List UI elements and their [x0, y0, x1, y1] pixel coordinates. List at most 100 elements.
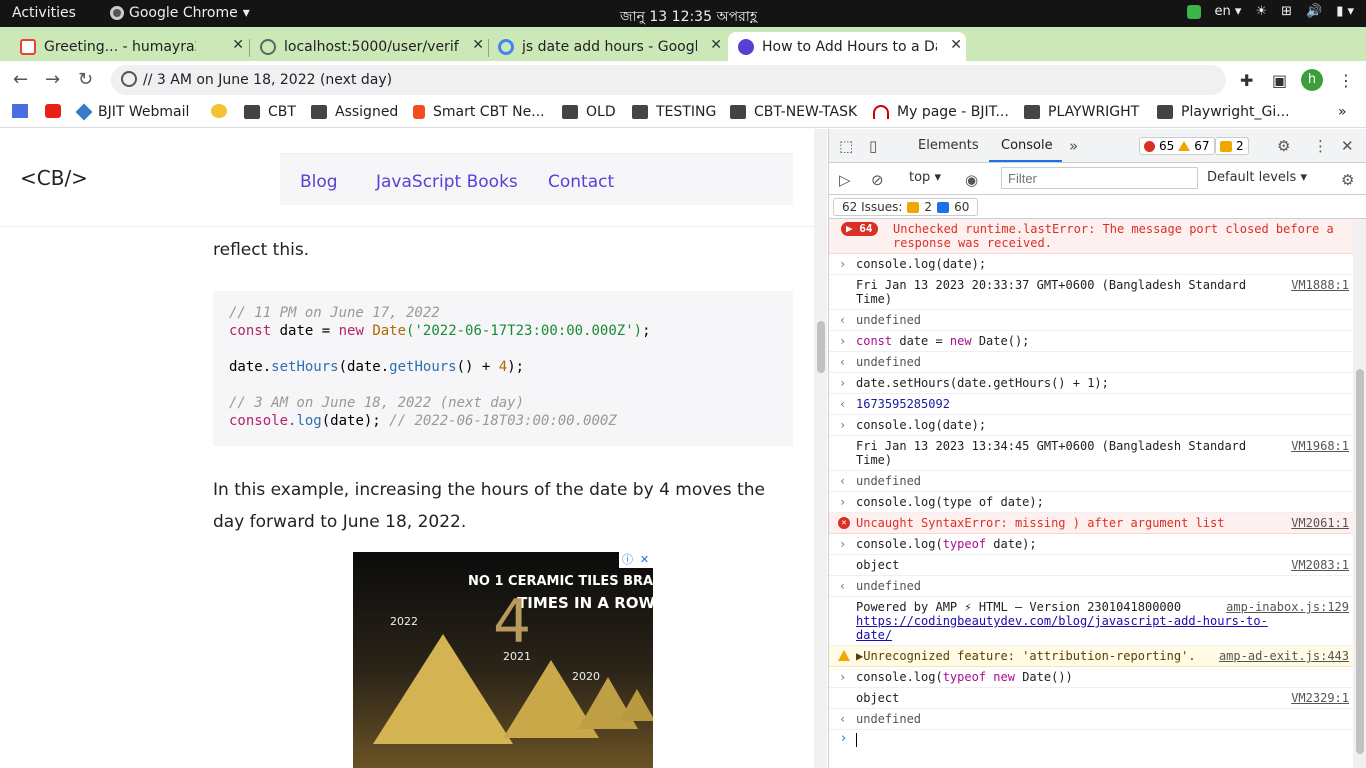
source-link[interactable]: VM1968:1: [1291, 439, 1349, 453]
clear-console-icon[interactable]: ⊘: [871, 171, 884, 189]
close-icon[interactable]: ✕: [636, 552, 653, 568]
filter-input[interactable]: [1001, 167, 1198, 189]
console-prompt[interactable]: ›: [829, 728, 1353, 752]
scroll-thumb[interactable]: [817, 321, 825, 373]
kebab-menu-icon[interactable]: ⋮: [1338, 71, 1354, 90]
address-text[interactable]: // 3 AM on June 18, 2022 (next day): [143, 72, 392, 88]
page-scrollbar[interactable]: [814, 129, 827, 768]
return-arrow-icon: ‹: [839, 313, 847, 327]
tab-active-article[interactable]: How to Add Hours to a Date ✕: [728, 32, 966, 61]
bookmark-folder[interactable]: OLD: [562, 104, 616, 120]
devtools-panel: ⬚ ▯ Elements Console » 65 67 2 ⚙ ⋮ ✕ ▷ ⊘…: [828, 129, 1366, 768]
tab-title: js date add hours - Google: [522, 38, 697, 55]
bookmark-folder[interactable]: CBT: [244, 104, 296, 120]
source-link[interactable]: VM2083:1: [1291, 558, 1349, 572]
bookmark-emoji[interactable]: [211, 104, 235, 118]
bookmark-folder[interactable]: CBT-NEW-TASK: [730, 104, 857, 120]
bookmark-item[interactable]: My page - BJIT...: [873, 104, 1009, 120]
tab-gmail[interactable]: Greeting... - humayra2419 ✕: [0, 32, 248, 61]
gear-icon[interactable]: ⚙: [1341, 171, 1354, 189]
tab-elements[interactable]: Elements: [918, 138, 979, 153]
console-message-text: Fri Jan 13 2023 20:33:37 GMT+0600 (Bangl…: [856, 278, 1247, 306]
warning-icon: [838, 650, 850, 661]
more-tabs-icon[interactable]: »: [1069, 137, 1078, 155]
issues-counter[interactable]: 2: [1215, 137, 1249, 155]
reload-button[interactable]: ↻: [78, 69, 93, 90]
console-log[interactable]: ▶ 64 Unchecked runtime.lastError: The mes…: [829, 219, 1353, 768]
nav-javascript-books[interactable]: JavaScript Books: [376, 172, 518, 192]
prompt-caret-icon: ›: [841, 731, 847, 746]
nav-contact[interactable]: Contact: [548, 172, 614, 192]
text-cursor: [856, 733, 857, 747]
console-scrollbar[interactable]: [1353, 219, 1366, 768]
issue-icon: [907, 201, 920, 213]
issues-bar: 62 Issues: 2 60: [829, 195, 1366, 219]
nav-blog[interactable]: Blog: [300, 172, 338, 192]
sidebar-toggle-icon[interactable]: ▷: [839, 171, 851, 189]
extensions-icon[interactable]: ✚: [1240, 71, 1253, 90]
system-tray[interactable]: en ▾ ☀ ⊞ 🔊 ▮ ▾: [1186, 4, 1354, 19]
tab-console[interactable]: Console: [1001, 138, 1053, 153]
close-icon[interactable]: ✕: [1341, 137, 1354, 155]
chevron-right-icon: »: [1338, 104, 1347, 120]
site-info-icon[interactable]: [121, 71, 137, 87]
issues-link[interactable]: 62 Issues: 2 60: [833, 198, 979, 216]
forward-button[interactable]: →: [45, 69, 60, 90]
ad-choices[interactable]: ⓘ ✕: [619, 552, 653, 568]
bookmarks-overflow[interactable]: »: [1338, 104, 1347, 120]
kebab-menu-icon[interactable]: ⋮: [1313, 137, 1328, 155]
console-return-row: ‹ undefined: [829, 352, 1353, 373]
clock[interactable]: জানু 13 12:35 অপরাহ্ণ: [620, 5, 757, 29]
source-link[interactable]: VM2061:1: [1291, 516, 1349, 530]
avatar[interactable]: h: [1301, 69, 1323, 91]
console-warning-row: ▶Unrecognized feature: 'attribution-repo…: [829, 646, 1353, 667]
cursor-icon: [873, 105, 889, 119]
return-arrow-icon: ‹: [839, 474, 847, 488]
close-icon[interactable]: ✕: [710, 37, 722, 53]
devtools-tabbar: ⬚ ▯ Elements Console » 65 67 2 ⚙ ⋮ ✕: [829, 129, 1366, 163]
gear-icon[interactable]: ⚙: [1277, 137, 1290, 155]
console-link[interactable]: https://codingbeautydev.com/blog/javascr…: [856, 614, 1273, 642]
chevron-right-icon: ›: [839, 257, 847, 271]
back-button[interactable]: ←: [13, 69, 28, 90]
bookmark-item[interactable]: BJIT Webmail: [75, 103, 189, 121]
advertisement[interactable]: NO 1 CERAMIC TILES BRAND TIMES IN A ROW …: [353, 552, 653, 768]
bookmark-youtube[interactable]: [45, 104, 69, 118]
side-panel-icon[interactable]: ▣: [1272, 71, 1287, 90]
source-link[interactable]: VM2329:1: [1291, 691, 1349, 705]
info-icon[interactable]: ⓘ: [619, 552, 636, 568]
error-warning-counter[interactable]: 65 67: [1139, 137, 1215, 155]
update-icon[interactable]: [1186, 4, 1201, 19]
return-arrow-icon: ‹: [839, 579, 847, 593]
source-link[interactable]: amp-inabox.js:129: [1226, 600, 1349, 614]
paragraph: reflect this.: [213, 240, 310, 260]
site-logo[interactable]: <CB/>: [20, 166, 88, 190]
tab-google-search[interactable]: js date add hours - Google ✕: [478, 32, 726, 61]
eye-icon[interactable]: ◉: [965, 171, 978, 189]
activities-button[interactable]: Activities: [12, 5, 76, 21]
context-selector[interactable]: top ▾: [909, 170, 941, 185]
bookmark-item[interactable]: Smart CBT Ne...: [413, 104, 545, 120]
console-return-row: ‹ undefined: [829, 709, 1353, 730]
bookmark-folder[interactable]: TESTING: [632, 104, 716, 120]
inspect-icon[interactable]: ⬚: [839, 137, 853, 155]
address-bar[interactable]: // 3 AM on June 18, 2022 (next day): [111, 65, 1226, 95]
bookmark-folder[interactable]: PLAYWRIGHT: [1024, 104, 1139, 120]
pyramid-graphic: [619, 689, 653, 721]
console-message-text: console.log(typeof date);: [856, 537, 1037, 551]
close-icon[interactable]: ✕: [950, 37, 962, 53]
language-indicator[interactable]: en ▾: [1215, 4, 1242, 19]
bookmark-folder[interactable]: Assigned: [311, 104, 398, 120]
log-levels-dropdown[interactable]: Default levels ▾: [1207, 170, 1307, 185]
source-link[interactable]: amp-ad-exit.js:443: [1219, 649, 1349, 663]
error-icon: [1144, 140, 1155, 152]
return-arrow-icon: ‹: [839, 397, 847, 411]
app-menu[interactable]: Google Chrome ▾: [110, 5, 250, 21]
console-error-row: ✕ Uncaught SyntaxError: missing ) after a…: [829, 513, 1353, 534]
scroll-thumb[interactable]: [1356, 369, 1364, 754]
device-toolbar-icon[interactable]: ▯: [869, 137, 877, 155]
source-link[interactable]: VM1888:1: [1291, 278, 1349, 292]
bookmark-folder[interactable]: Playwright_Gi...: [1157, 104, 1290, 120]
bookmark-translate[interactable]: [12, 104, 36, 118]
tab-localhost[interactable]: localhost:5000/user/verify ✕: [240, 32, 488, 61]
